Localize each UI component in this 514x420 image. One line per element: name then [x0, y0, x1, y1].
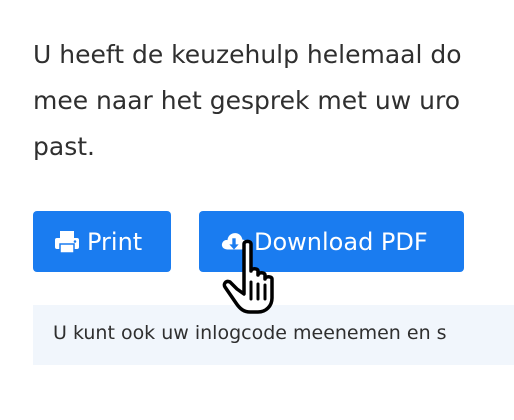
printer-icon [53, 228, 81, 256]
intro-line-1: U heeft de keuzehulp helemaal do [33, 40, 462, 69]
intro-paragraph: U heeft de keuzehulp helemaal do mee naa… [33, 32, 514, 170]
download-pdf-button[interactable]: Download PDF [199, 211, 464, 272]
print-button[interactable]: Print [33, 211, 171, 272]
intro-line-2: mee naar het gesprek met uw uro [33, 86, 461, 115]
print-button-label: Print [87, 227, 143, 256]
login-code-note: U kunt ook uw inlogcode meenemen en s [33, 305, 514, 365]
intro-line-3: past. [33, 132, 95, 161]
login-code-note-text: U kunt ook uw inlogcode meenemen en s [53, 322, 447, 344]
cloud-download-icon [220, 228, 248, 256]
download-pdf-button-label: Download PDF [254, 227, 428, 256]
